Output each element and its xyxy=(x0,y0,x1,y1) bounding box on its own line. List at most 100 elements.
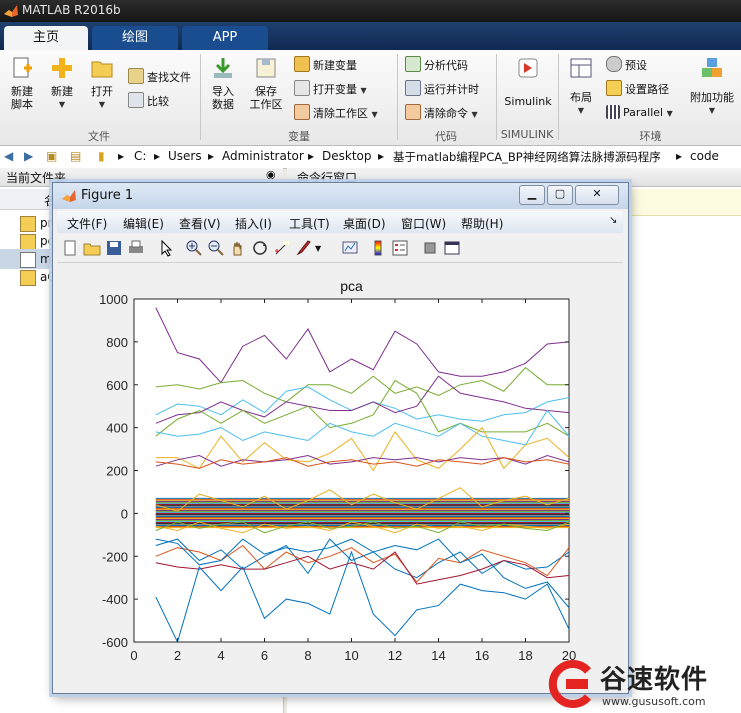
menu-insert[interactable]: 插入(I) xyxy=(235,215,272,232)
watermark-url: www.gususoft.com xyxy=(602,695,706,708)
legend-icon[interactable] xyxy=(391,239,409,257)
new-dropdown-icon: ▼ xyxy=(58,100,66,109)
path-segment[interactable]: Desktop xyxy=(322,149,372,163)
panel-menu-icon[interactable]: ◉ xyxy=(266,168,276,181)
clear-workspace-button[interactable]: 清除工作区 ▼ xyxy=(294,104,378,122)
x-tick-label: 0 xyxy=(130,648,137,663)
path-segment[interactable]: Administrator xyxy=(222,149,304,163)
menu-overflow-icon[interactable]: ↘ xyxy=(609,215,617,226)
open-button[interactable]: 打开 ▼ xyxy=(84,56,120,111)
figure-title-bar[interactable]: Figure 1 ▁ ▢ ✕ xyxy=(53,183,628,209)
parallel-dropdown-icon: ▼ xyxy=(666,109,673,118)
save-workspace-button[interactable]: 保存 工作区 xyxy=(246,56,286,111)
rotate-3d-icon[interactable] xyxy=(251,239,269,257)
menu-window[interactable]: 窗口(W) xyxy=(401,215,446,232)
tab-home[interactable]: 主页 xyxy=(4,26,88,50)
m-file-icon xyxy=(20,252,36,268)
analyze-code-icon xyxy=(405,56,421,72)
folder-icon xyxy=(91,61,113,78)
tab-plots[interactable]: 绘图 xyxy=(92,26,178,50)
new-button[interactable]: 新建 ▼ xyxy=(44,56,80,111)
new-figure-icon[interactable] xyxy=(61,239,79,257)
menu-tools[interactable]: 工具(T) xyxy=(289,215,330,232)
ribbon: 新建 脚本 新建 ▼ 打开 ▼ 查找文件 比较 文件 导入 数据 保存 工作区 … xyxy=(0,50,741,146)
new-variable-button[interactable]: 新建变量 xyxy=(294,56,357,74)
environment-group-label: 环境 xyxy=(639,130,662,143)
brush-icon[interactable] xyxy=(295,239,313,257)
run-and-time-button[interactable]: 运行并计时 xyxy=(405,80,479,98)
open-variable-button[interactable]: 打开变量 ▼ xyxy=(294,80,367,98)
new-script-button[interactable]: 新建 脚本 xyxy=(4,56,40,111)
layout-button[interactable]: 布局 ▼ xyxy=(563,56,599,117)
find-files-icon xyxy=(128,68,144,84)
pan-hand-icon[interactable] xyxy=(229,239,247,257)
open-variable-icon xyxy=(294,80,310,96)
find-files-button[interactable]: 查找文件 xyxy=(128,68,191,86)
addons-button[interactable]: 附加功能 ▼ xyxy=(686,56,738,117)
show-plot-tools-icon[interactable] xyxy=(443,239,461,257)
layout-icon xyxy=(570,58,592,78)
zoom-out-icon[interactable] xyxy=(207,239,225,257)
up-folder-icon[interactable]: ▣ xyxy=(46,149,57,163)
import-data-button[interactable]: 导入 数据 xyxy=(205,56,241,111)
path-separator: ▸ xyxy=(154,149,161,163)
pointer-icon[interactable] xyxy=(157,239,175,257)
y-tick-label: 0 xyxy=(121,506,128,521)
path-separator: ▸ xyxy=(118,149,125,163)
file-name: pr xyxy=(40,216,53,230)
open-variable-dropdown-icon: ▼ xyxy=(360,86,367,95)
simulink-button[interactable]: Simulink xyxy=(500,56,556,108)
menu-file[interactable]: 文件(F) xyxy=(67,215,107,232)
watermark-brand: 谷速软件 xyxy=(600,665,709,695)
path-segment[interactable]: C: xyxy=(134,149,146,163)
new-variable-icon xyxy=(294,56,310,72)
path-segment[interactable]: Users xyxy=(168,149,202,163)
y-tick-label: -400 xyxy=(102,592,128,607)
simulink-icon xyxy=(518,58,538,78)
brush-dropdown-icon[interactable]: ▼ xyxy=(315,244,333,262)
folder-icon xyxy=(20,216,36,232)
matlab-logo-icon xyxy=(62,190,76,202)
path-separator: ▸ xyxy=(208,149,215,163)
minimize-button[interactable]: ▁ xyxy=(519,185,545,205)
file-group-label: 文件 xyxy=(88,130,110,143)
path-segment[interactable]: code xyxy=(690,149,719,163)
preferences-label: 预设 xyxy=(625,59,647,72)
colorbar-icon[interactable] xyxy=(369,239,387,257)
set-path-button[interactable]: 设置路径 xyxy=(606,80,669,98)
save-icon[interactable] xyxy=(105,239,123,257)
hide-plot-tools-icon[interactable] xyxy=(421,239,439,257)
menu-desktop[interactable]: 桌面(D) xyxy=(343,215,386,232)
y-tick-label: 800 xyxy=(106,335,128,350)
pca-line-chart[interactable]: 0 2 4 6 8 10 12 14 16 18 20-600-400-20002004006008… xyxy=(57,263,623,688)
x-tick-label: 4 xyxy=(217,648,224,663)
clear-commands-button[interactable]: 清除命令 ▼ xyxy=(405,104,478,122)
forward-arrow-icon[interactable]: ▶ xyxy=(24,149,33,163)
analyze-code-button[interactable]: 分析代码 xyxy=(405,56,468,74)
parallel-button[interactable]: Parallel ▼ xyxy=(606,104,673,122)
save-workspace-label: 保存 工作区 xyxy=(249,85,283,111)
data-cursor-icon[interactable] xyxy=(273,239,291,257)
back-arrow-icon[interactable]: ◀ xyxy=(4,149,13,163)
tab-apps[interactable]: APP xyxy=(182,26,268,50)
ribbon-tab-strip: 主页 绘图 APP xyxy=(0,22,741,50)
menu-edit[interactable]: 编辑(E) xyxy=(123,215,164,232)
find-files-label: 查找文件 xyxy=(147,71,191,84)
compare-button[interactable]: 比较 xyxy=(128,92,169,110)
menu-help[interactable]: 帮助(H) xyxy=(461,215,503,232)
preferences-button[interactable]: 预设 xyxy=(606,56,647,74)
link-plot-icon[interactable] xyxy=(341,239,359,257)
maximize-button[interactable]: ▢ xyxy=(547,185,573,205)
matlab-logo-icon xyxy=(4,5,18,17)
matlab-title-bar: MATLAB R2016b xyxy=(0,0,741,22)
gususoft-logo-icon xyxy=(548,660,592,708)
browse-folder-icon[interactable]: ▤ xyxy=(70,149,81,163)
menu-view[interactable]: 查看(V) xyxy=(179,215,221,232)
new-script-label: 新建 脚本 xyxy=(11,85,33,111)
open-file-icon[interactable] xyxy=(83,239,101,257)
path-segment[interactable]: 基于matlab编程PCA_BP神经网络算法脉搏源码程序 xyxy=(393,149,661,165)
zoom-in-icon[interactable] xyxy=(185,239,203,257)
close-button[interactable]: ✕ xyxy=(575,185,619,205)
print-icon[interactable] xyxy=(127,239,145,257)
x-tick-label: 18 xyxy=(518,648,532,663)
